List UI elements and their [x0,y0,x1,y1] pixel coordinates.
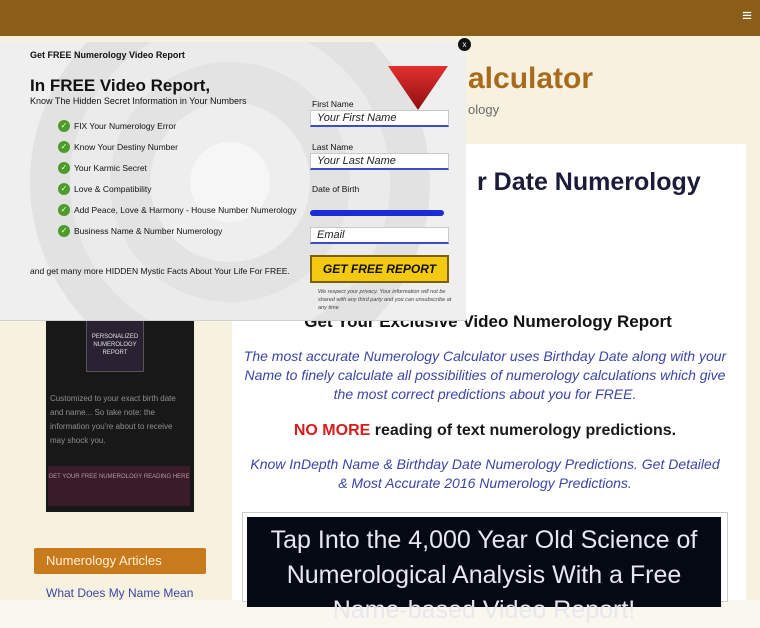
check-icon: ✓ [58,120,70,132]
feature-item: ✓ Business Name & Number Numerology [58,225,298,238]
first-name-field[interactable] [310,110,449,127]
check-icon: ✓ [58,225,70,237]
first-name-label: First Name [312,99,354,109]
intro-paragraph: The most accurate Numerology Calculator … [243,348,727,402]
feature-text: FIX Your Numerology Error [74,121,177,131]
last-name-label: Last Name [312,142,354,152]
check-icon: ✓ [58,141,70,153]
video-caption: Tap Into the 4,000 Year Old Science of N… [270,526,698,624]
book-cover-text: PERSONALIZED NUMEROLOGY REPORT [91,334,139,356]
popup-header: Get FREE Numerology Video Report [30,50,185,60]
feature-item: ✓ FIX Your Numerology Error [58,120,298,133]
feature-text: Know Your Destiny Number [74,142,178,152]
feature-item: ✓ Your Karmic Secret [58,162,298,175]
feature-text: Add Peace, Love & Harmony - House Number… [74,205,297,215]
popup-title: In FREE Video Report, [30,76,211,95]
page-headline: r Date Numerology [477,168,701,196]
no-more-emphasis: NO MORE [293,422,371,439]
top-bar: ≡ [0,0,760,36]
popup-modal: Get FREE Numerology Video Report In FREE… [0,42,466,321]
popup-subtitle: Know The Hidden Secret Information in Yo… [30,96,247,106]
sidebar-product-banner[interactable]: PERSONALIZED NUMEROLOGY REPORT Customize… [46,290,194,512]
check-icon: ✓ [58,162,70,174]
close-icon[interactable]: x [458,38,471,51]
check-icon: ✓ [58,204,70,216]
know-paragraph: Know InDepth Name & Birthday Date Numero… [250,456,720,491]
feature-item: ✓ Add Peace, Love & Harmony - House Numbe… [58,204,298,217]
site-title[interactable]: alculator [468,62,593,96]
site-tagline: ology [468,102,500,117]
check-icon: ✓ [58,183,70,195]
feature-list: ✓ FIX Your Numerology Error ✓ Know Your De… [58,120,298,246]
feature-item: ✓ Love & Compatibility [58,183,298,196]
privacy-note: We respect your privacy. Your informatio… [318,289,452,311]
no-more-line: NO MORE reading of text numerology predi… [240,422,730,440]
arrow-down-icon [388,66,448,110]
article-link[interactable]: What Does My Name Mean [46,586,193,600]
feature-item: ✓ Know Your Destiny Number [58,141,298,154]
feature-text: Your Karmic Secret [74,163,147,173]
dob-select[interactable] [310,210,444,216]
popup-more-text: and get many more HIDDEN Mystic Facts Ab… [30,266,290,276]
sidebar-description: Customized to your exact birth date and … [50,394,176,445]
feature-text: Love & Compatibility [74,184,152,194]
no-more-text: reading of text numerology predictions. [370,422,677,439]
sidebar-cta-button[interactable]: GET YOUR FREE NUMEROLOGY READING HERE [48,466,190,506]
articles-header: Numerology Articles [34,548,206,574]
report-book-image: PERSONALIZED NUMEROLOGY REPORT [86,312,144,372]
dob-label: Date of Birth [312,184,360,194]
video-player[interactable]: Tap Into the 4,000 Year Old Science of N… [247,517,721,624]
video-frame: Tap Into the 4,000 Year Old Science of N… [242,512,728,624]
hamburger-menu-icon[interactable]: ≡ [742,6,752,26]
email-field[interactable] [310,227,449,244]
feature-text: Business Name & Number Numerology [74,226,223,236]
get-free-report-button[interactable]: GET FREE REPORT [310,255,449,283]
last-name-field[interactable] [310,153,449,170]
